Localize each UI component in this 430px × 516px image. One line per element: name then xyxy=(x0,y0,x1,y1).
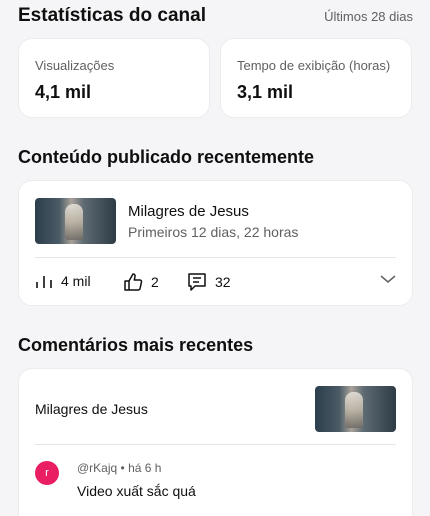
views-metric: 4 mil xyxy=(35,272,91,290)
watch-time-stat-card[interactable]: Tempo de exibição (horas) 3,1 mil xyxy=(220,38,412,118)
avatar[interactable]: r xyxy=(35,461,59,485)
comment-video-title[interactable]: Milagres de Jesus xyxy=(35,401,148,417)
recent-video-card[interactable]: Milagres de Jesus Primeiros 12 dias, 22 … xyxy=(18,180,413,306)
views-value: 4,1 mil xyxy=(35,82,92,102)
comment-video-thumbnail[interactable] xyxy=(315,386,396,432)
chevron-down-icon[interactable] xyxy=(380,274,396,284)
views-count: 4 mil xyxy=(61,273,91,289)
comments-count: 32 xyxy=(215,274,231,290)
page-title: Estatísticas do canal xyxy=(18,5,206,26)
recent-comments-title: Comentários mais recentes xyxy=(18,335,254,355)
comment-author-meta: @rKajq • há 6 h xyxy=(77,461,162,475)
watch-time-label: Tempo de exibição (horas) xyxy=(237,58,391,73)
views-stat-card[interactable]: Visualizações 4,1 mil xyxy=(18,38,210,118)
divider xyxy=(35,257,396,258)
video-title[interactable]: Milagres de Jesus xyxy=(128,203,249,220)
views-label: Visualizações xyxy=(35,58,115,73)
period-label: Últimos 28 dias xyxy=(324,8,413,24)
bar-chart-icon xyxy=(36,276,52,288)
recent-content-title: Conteúdo publicado recentemente xyxy=(18,147,315,167)
comment-text: Video xuất sắc quá xyxy=(77,483,196,499)
comment-icon xyxy=(188,273,206,291)
likes-count: 2 xyxy=(151,274,159,290)
video-meta: Primeiros 12 dias, 22 horas xyxy=(128,224,299,240)
comments-metric: 32 xyxy=(187,272,231,292)
likes-metric: 2 xyxy=(123,272,159,292)
stats-header: Estatísticas do canal Últimos 28 dias xyxy=(18,4,413,28)
recent-comments-card[interactable]: Milagres de Jesus r @rKajq • há 6 h Vide… xyxy=(18,368,413,516)
divider xyxy=(35,444,396,445)
thumbs-up-icon xyxy=(124,273,143,291)
watch-time-value: 3,1 mil xyxy=(237,82,294,102)
video-thumbnail[interactable] xyxy=(35,198,116,244)
